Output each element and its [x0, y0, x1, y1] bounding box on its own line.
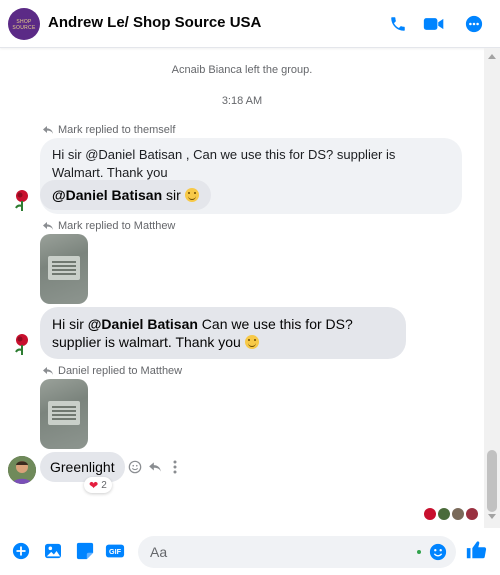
emoji-icon[interactable] [428, 542, 448, 562]
image-icon[interactable] [42, 540, 64, 562]
profile-photo-icon [8, 456, 36, 484]
heart-icon: ❤ [89, 479, 99, 492]
reaction-summary[interactable]: ❤ 2 [84, 477, 112, 493]
avatar-logo-text: SHOP SOURCE [12, 19, 36, 31]
avatar[interactable] [8, 186, 36, 214]
scroll-down-icon[interactable] [488, 514, 496, 519]
chat-title[interactable]: Andrew Le/ Shop Source USA [48, 14, 261, 31]
video-call-icon[interactable] [422, 12, 446, 36]
reply-note: Mark replied to themself [42, 124, 175, 136]
phone-icon[interactable] [386, 12, 410, 36]
avatar[interactable] [8, 330, 36, 358]
rose-icon [8, 186, 36, 214]
product-label [48, 256, 80, 280]
message-text: Hi sir [52, 316, 88, 332]
sticker-icon[interactable] [74, 540, 96, 562]
scroll-thumb[interactable] [487, 450, 497, 512]
reaction-count: 2 [101, 479, 107, 491]
gif-icon[interactable]: GIF [104, 540, 126, 562]
gif-label: GIF [109, 547, 122, 556]
message-input-wrapper [138, 536, 456, 568]
avatar[interactable] [8, 456, 36, 484]
reply-note-text: Mark replied to Matthew [58, 220, 176, 232]
group-avatar[interactable]: SHOP SOURCE [8, 8, 40, 40]
reply-note: Mark replied to Matthew [42, 220, 175, 232]
smile-emoji-icon [244, 335, 259, 349]
message-list[interactable]: Acnaib Bianca left the group. 3:18 AM Ma… [0, 48, 484, 528]
reply-icon[interactable] [146, 458, 164, 476]
message-bubble[interactable]: Hi sir @Daniel Batisan Can we use this f… [40, 307, 406, 359]
quoted-photo[interactable] [40, 379, 88, 449]
message-bubble[interactable]: Greenlight [40, 452, 125, 482]
scroll-up-icon[interactable] [488, 54, 496, 59]
seen-avatar [438, 508, 450, 520]
rose-icon [8, 330, 36, 358]
active-dot [417, 550, 421, 554]
reply-arrow-icon [43, 126, 53, 134]
add-icon[interactable] [10, 540, 32, 562]
chat-header: SHOP SOURCE Andrew Le/ Shop Source USA [0, 0, 500, 48]
reply-note-text: Mark replied to themself [58, 124, 176, 136]
mention[interactable]: @Daniel Batisan [52, 187, 162, 203]
scrollbar[interactable] [484, 48, 500, 528]
react-icon[interactable] [126, 458, 144, 476]
mention[interactable]: @Daniel Batisan [88, 316, 198, 332]
quoted-photo[interactable] [40, 234, 88, 304]
more-actions-icon[interactable] [166, 458, 184, 476]
reply-note-text: Daniel replied to Matthew [58, 365, 183, 377]
system-message: Acnaib Bianca left the group. [171, 64, 313, 76]
more-options-icon[interactable] [462, 12, 486, 36]
thumbs-up-icon[interactable] [464, 538, 488, 562]
seen-avatar [466, 508, 478, 520]
message-text: Greenlight [50, 459, 115, 475]
reply-arrow-icon [43, 367, 53, 375]
timestamp: 3:18 AM [221, 95, 263, 107]
reply-arrow-icon [43, 222, 53, 230]
quoted-text: Hi sir @Daniel Batisan , Can we use this… [52, 147, 396, 180]
message-bubble[interactable]: @Daniel Batisan sir [40, 180, 211, 210]
seen-avatar [424, 508, 436, 520]
seen-avatar [452, 508, 464, 520]
composer: GIF [0, 528, 500, 575]
message-text: sir [162, 187, 181, 203]
seen-indicators[interactable] [424, 508, 478, 520]
smile-emoji-icon [184, 188, 199, 202]
reply-note: Daniel replied to Matthew [42, 365, 182, 377]
product-label [48, 401, 80, 425]
message-input[interactable] [138, 536, 398, 568]
